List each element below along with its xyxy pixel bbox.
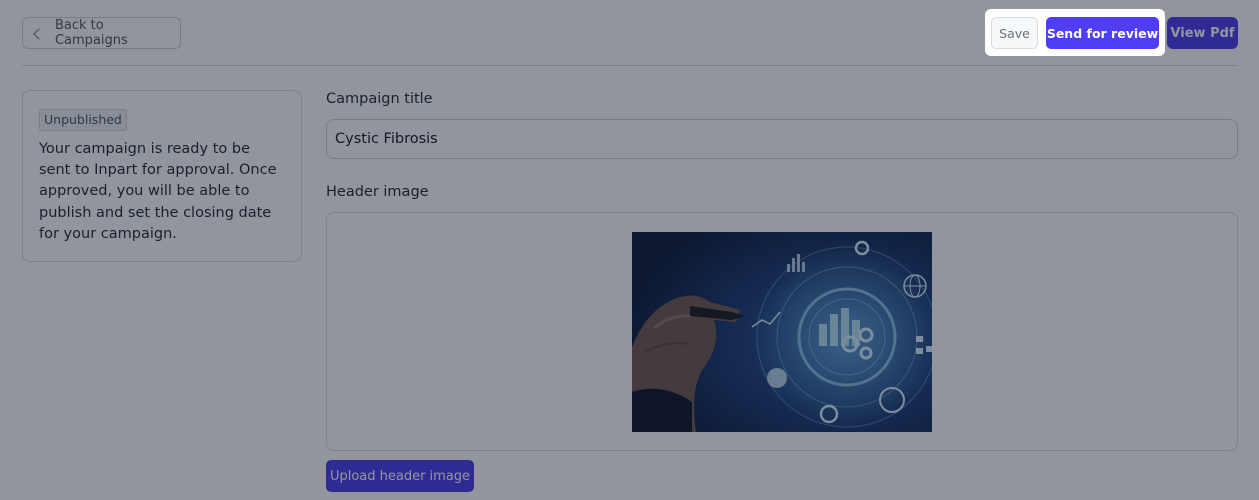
tour-dim-overlay [0, 0, 1259, 500]
send-for-review-button[interactable]: Send for review [1046, 17, 1159, 49]
save-button[interactable]: Save [991, 17, 1038, 49]
tour-spotlight: Save Send for review [985, 9, 1165, 56]
